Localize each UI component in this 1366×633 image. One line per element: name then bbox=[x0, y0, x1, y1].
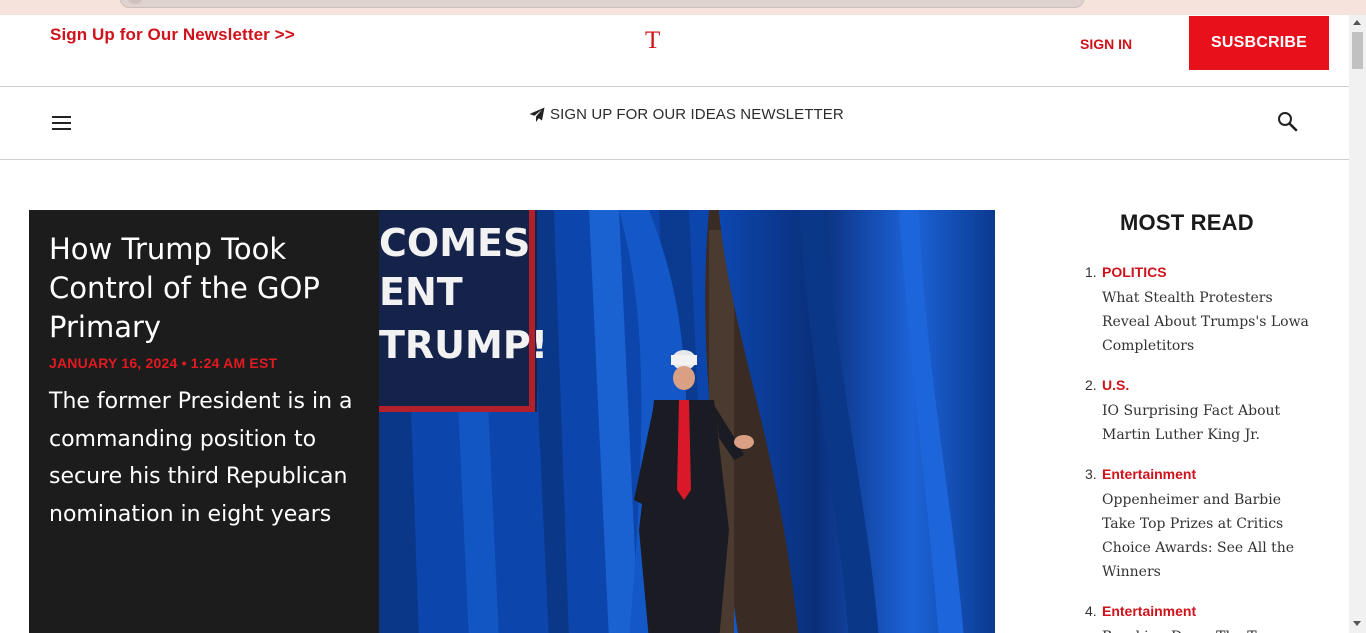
ideas-newsletter-link[interactable]: SIGN UP FOR OUR IDEAS NEWSLETTER bbox=[529, 106, 844, 123]
page: Sign Up for Our Newsletter >> T SIGN IN … bbox=[0, 15, 1349, 633]
most-read-number: 2. bbox=[1085, 377, 1097, 393]
top-bar: Sign Up for Our Newsletter >> T SIGN IN … bbox=[0, 15, 1349, 87]
most-read-category[interactable]: Entertainment bbox=[1102, 603, 1196, 619]
menu-icon[interactable] bbox=[52, 116, 72, 132]
subscribe-button[interactable]: SUSBCRIBE bbox=[1189, 16, 1329, 70]
scroll-down-arrow[interactable] bbox=[1353, 621, 1361, 626]
sign-line-3: TRUMP! bbox=[379, 323, 548, 367]
newsletter-signup-link[interactable]: Sign Up for Our Newsletter >> bbox=[50, 25, 295, 45]
nav-bar: SIGN UP FOR OUR IDEAS NEWSLETTER bbox=[0, 87, 1349, 160]
ideas-newsletter-label: SIGN UP FOR OUR IDEAS NEWSLETTER bbox=[550, 106, 844, 123]
browser-chrome-strip bbox=[0, 0, 1366, 15]
site-logo[interactable]: T bbox=[645, 27, 660, 55]
sign-line-1: COMES bbox=[379, 221, 530, 265]
hero-deck: The former President is in a commanding … bbox=[49, 389, 353, 527]
sign-in-link[interactable]: SIGN IN bbox=[1080, 36, 1132, 52]
most-read-number: 1. bbox=[1085, 264, 1097, 280]
most-read-number: 3. bbox=[1085, 466, 1097, 482]
search-icon[interactable] bbox=[1277, 111, 1299, 133]
most-read-headline[interactable]: IO Surprising Fact About Martin Luther K… bbox=[1102, 399, 1317, 447]
sign-line-2: ENT bbox=[379, 270, 463, 314]
most-read-category[interactable]: U.S. bbox=[1102, 377, 1129, 393]
most-read-headline[interactable]: Breaking Down The T... bbox=[1102, 625, 1317, 633]
hero-photo[interactable]: COMES ENT TRUMP! bbox=[379, 210, 995, 633]
most-read-category[interactable]: POLITICS bbox=[1102, 264, 1167, 280]
most-read-number: 4. bbox=[1085, 603, 1097, 619]
hero-headline[interactable]: How Trump Took Control of the GOP Primar… bbox=[49, 230, 369, 347]
scroll-up-arrow[interactable] bbox=[1353, 20, 1361, 25]
browser-address-bar[interactable] bbox=[120, 0, 1084, 8]
most-read-category[interactable]: Entertainment bbox=[1102, 466, 1196, 482]
hero-photo-illustration: COMES ENT TRUMP! bbox=[379, 210, 995, 633]
most-read-headline[interactable]: What Stealth Protesters Reveal About Tru… bbox=[1102, 286, 1317, 358]
most-read-heading: MOST READ bbox=[1120, 210, 1254, 235]
paper-plane-icon bbox=[529, 107, 545, 122]
scroll-thumb[interactable] bbox=[1352, 32, 1363, 69]
hero-text-panel: How Trump Took Control of the GOP Primar… bbox=[29, 210, 379, 633]
most-read-headline[interactable]: Oppenheimer and Barbie Take Top Prizes a… bbox=[1102, 488, 1317, 584]
backdrop-sign: COMES ENT TRUMP! bbox=[379, 210, 548, 412]
hero-story[interactable]: How Trump Took Control of the GOP Primar… bbox=[29, 210, 995, 633]
page-scrollbar[interactable] bbox=[1349, 15, 1366, 633]
hero-dateline: JANUARY 16, 2024 • 1:24 AM EST bbox=[49, 355, 278, 371]
